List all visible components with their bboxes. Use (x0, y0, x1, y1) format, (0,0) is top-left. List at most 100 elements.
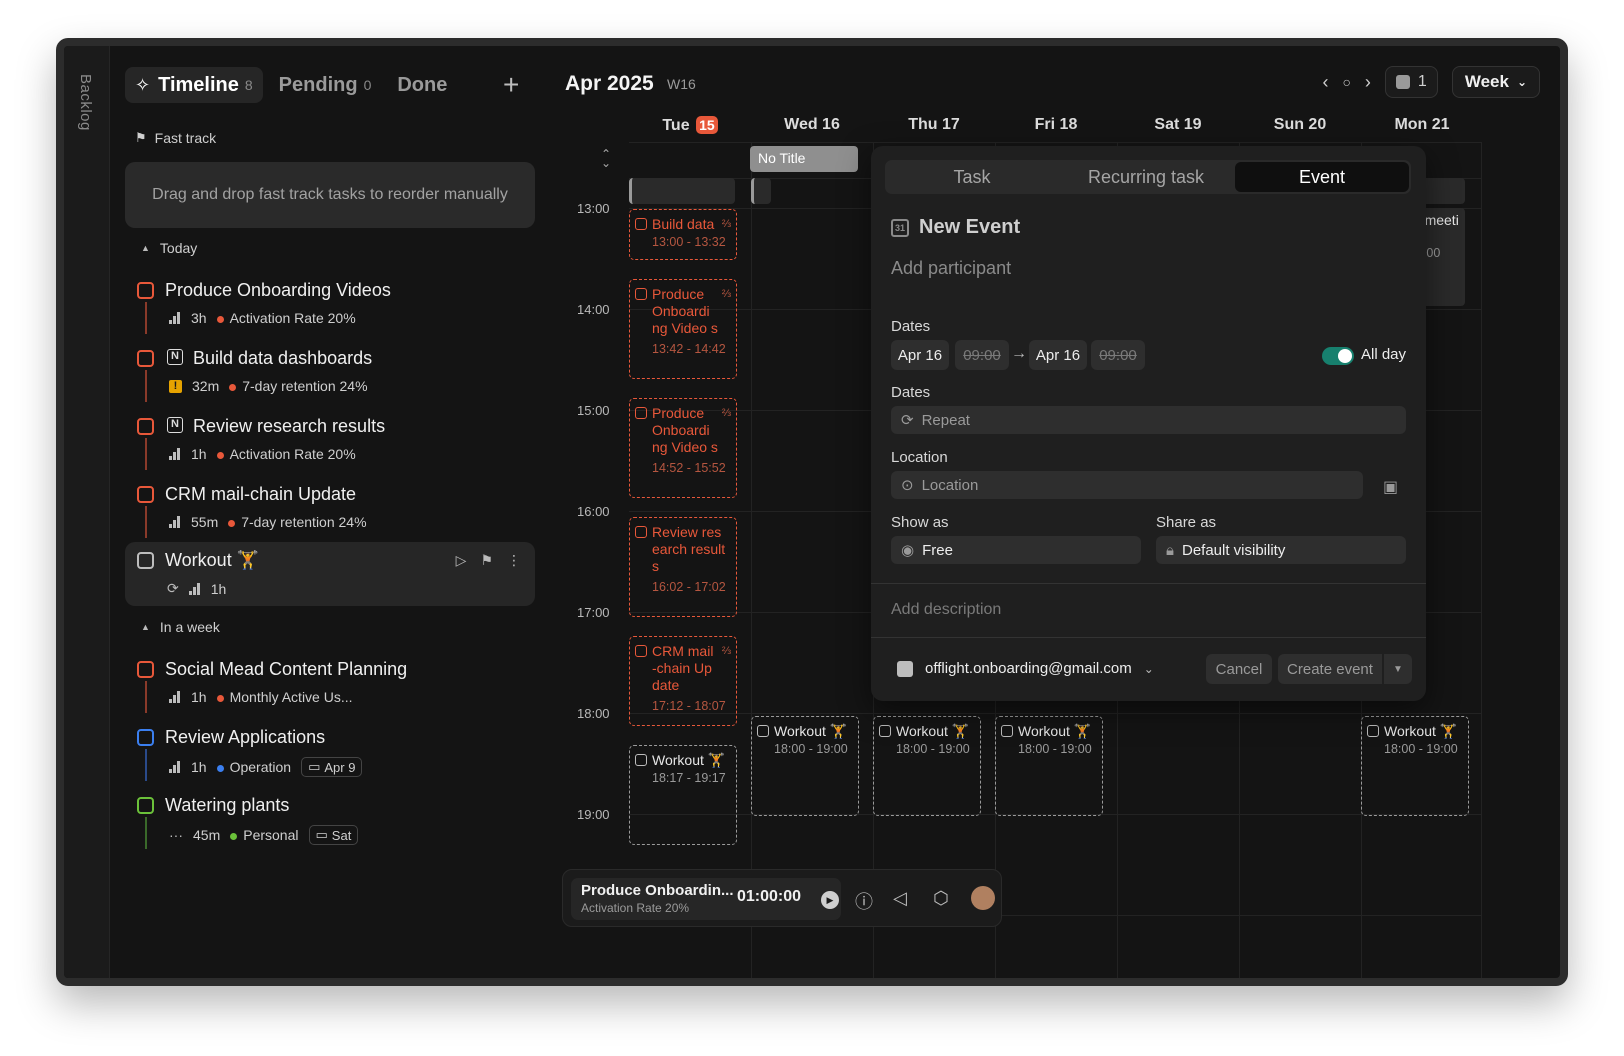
section-in-a-week[interactable]: ▲ In a week (141, 619, 220, 635)
start-date[interactable]: Apr 16 (891, 340, 949, 370)
account-selector[interactable]: offlight.onboarding@gmail.com ⌄ (897, 660, 1154, 677)
event-checkbox[interactable] (635, 754, 647, 766)
day-header-sat[interactable]: Sat 19 (1117, 116, 1239, 134)
tab-pending[interactable]: Pending 0 (269, 67, 382, 103)
event-checkbox[interactable] (1367, 725, 1379, 737)
event-checkbox[interactable] (879, 725, 891, 737)
task-goal-label: Personal (243, 827, 299, 843)
calendar-selector[interactable]: 1 (1384, 66, 1438, 98)
collapse-allday-icon[interactable]: ⌃ ⌄ (601, 148, 611, 169)
calendar-event-workout[interactable]: Workout 🏋 18:00 - 19:00 (751, 716, 859, 816)
start-time[interactable]: 09:00 (955, 340, 1009, 370)
calendar-event-workout[interactable]: Workout 🏋 18:00 - 19:00 (873, 716, 981, 816)
section-today[interactable]: ▲ Today (141, 240, 197, 256)
fast-track-add-icon[interactable]: ⚑ (480, 552, 493, 569)
event-checkbox[interactable] (635, 407, 647, 419)
task-item[interactable]: Social Mead Content Planning 1h Monthly … (125, 651, 535, 715)
view-selector[interactable]: Week ⌄ (1451, 66, 1540, 98)
task-checkbox[interactable] (137, 729, 154, 746)
time-label: 15:00 (577, 403, 610, 418)
task-checkbox[interactable] (137, 552, 154, 569)
create-event-button[interactable]: Create event (1278, 654, 1382, 684)
task-checkbox[interactable] (137, 350, 154, 367)
event-checkbox[interactable] (635, 645, 647, 657)
grid-line (751, 142, 752, 978)
due-date-badge[interactable]: ▭ Sat (308, 825, 359, 845)
priority-bars-icon (169, 312, 181, 324)
day-header-mon[interactable]: Mon 21 (1361, 116, 1483, 134)
event-checkbox[interactable] (757, 725, 769, 737)
task-meta: ⟳ 1h (167, 580, 226, 597)
description-input[interactable]: Add description (891, 601, 1001, 619)
calendar-event-workout[interactable]: Workout 🏋 18:17 - 19:17 (629, 745, 737, 845)
avatar[interactable] (971, 886, 995, 910)
location-input[interactable]: ⊙ Location (891, 471, 1363, 499)
fast-track-dropzone[interactable]: Drag and drop fast track tasks to reorde… (125, 162, 535, 228)
allday-slot[interactable] (629, 178, 735, 204)
participant-input[interactable]: Add participant (891, 258, 1011, 279)
chevron-left-icon[interactable]: ‹ (1322, 72, 1328, 93)
backlog-sidebar[interactable]: Backlog (64, 46, 110, 978)
task-item[interactable]: Produce Onboarding Videos 3h Activation … (125, 272, 535, 336)
add-task-button[interactable]: + (503, 71, 519, 99)
day-header-wed[interactable]: Wed 16 (751, 116, 873, 134)
show-as-select[interactable]: ◉ Free (891, 536, 1141, 564)
create-options-icon[interactable]: ▼ (1384, 654, 1412, 684)
tab-event[interactable]: Event (1235, 162, 1409, 192)
tab-task[interactable]: Task (885, 160, 1059, 194)
calendar-event-workout[interactable]: Workout 🏋 18:00 - 19:00 (995, 716, 1103, 816)
calendar-event[interactable]: ⅔ CRM mail -chain Up date 17:12 - 18:07 (629, 636, 737, 726)
task-checkbox[interactable] (137, 418, 154, 435)
video-call-icon[interactable]: ▣ (1383, 477, 1398, 497)
cancel-button[interactable]: Cancel (1206, 654, 1272, 684)
repeat-field[interactable]: ⟳ Repeat (891, 406, 1406, 434)
today-circle-icon[interactable]: ○ (1342, 74, 1350, 90)
calendar-color-icon (897, 660, 913, 677)
due-date-badge[interactable]: ▭ Apr 9 (301, 757, 363, 777)
tab-done[interactable]: Done (387, 67, 457, 103)
event-time: 18:00 - 19:00 (1384, 742, 1458, 756)
task-checkbox[interactable] (137, 797, 154, 814)
calendar-event[interactable]: Review res earch result s 16:02 - 17:02 (629, 517, 737, 617)
end-date[interactable]: Apr 16 (1029, 340, 1087, 370)
play-icon[interactable]: ▷ (456, 552, 467, 569)
new-event-placeholder[interactable]: No Title (750, 146, 858, 172)
fast-track-placeholder: Drag and drop fast track tasks to reorde… (152, 186, 508, 203)
day-header-thu[interactable]: Thu 17 (873, 116, 995, 134)
day-header-sun[interactable]: Sun 20 (1239, 116, 1361, 134)
day-header-fri[interactable]: Fri 18 (995, 116, 1117, 134)
task-checkbox[interactable] (137, 282, 154, 299)
end-time[interactable]: 09:00 (1091, 340, 1145, 370)
settings-icon[interactable]: ⬡ (933, 888, 949, 909)
task-item[interactable]: Workout 🏋 ⟳ 1h ▷ ⚑ ⋮ (125, 542, 535, 606)
calendar-event[interactable]: ⅔ Build data 13:00 - 13:32 (629, 209, 737, 260)
calendar-event[interactable]: ⅔ Produce Onboardi ng Video s 13:42 - 14:4… (629, 279, 737, 379)
task-item[interactable]: N Review research results 1h Activation … (125, 408, 535, 472)
day-header-tue[interactable]: Tue 15 (629, 116, 751, 135)
task-item[interactable]: CRM mail-chain Update 55m 7-day retentio… (125, 476, 535, 540)
current-task[interactable]: Produce Onboardin... Activation Rate 20%… (571, 878, 841, 920)
task-item[interactable]: Review Applications 1h Operation ▭ Apr 9 (125, 719, 535, 783)
event-checkbox[interactable] (1001, 725, 1013, 737)
share-as-select[interactable]: 🔒︎ Default visibility (1156, 536, 1406, 564)
task-item[interactable]: N Build data dashboards ! 32m 7-day rete… (125, 340, 535, 404)
calendar-event-workout[interactable]: Workout 🏋 18:00 - 19:00 (1361, 716, 1469, 816)
allday-slot[interactable] (751, 178, 771, 204)
event-checkbox[interactable] (635, 526, 647, 538)
calendar-event[interactable]: ⅔ Produce Onboardi ng Video s 14:52 - 15:5… (629, 398, 737, 498)
task-checkbox[interactable] (137, 661, 154, 678)
chevron-right-icon[interactable]: › (1365, 72, 1371, 93)
play-icon[interactable]: ▶ (821, 891, 839, 909)
event-title-input[interactable]: New Event (919, 216, 1020, 239)
megaphone-icon[interactable]: ◁ (893, 888, 907, 909)
task-checkbox[interactable] (137, 486, 154, 503)
tab-recurring-task[interactable]: Recurring task (1059, 160, 1233, 194)
task-item[interactable]: Watering plants ··· 45m Personal ▭ Sat (125, 787, 535, 851)
all-day-toggle[interactable] (1322, 347, 1354, 365)
more-icon[interactable]: ⋮ (507, 552, 521, 569)
tab-timeline[interactable]: ✧ Timeline 8 (125, 67, 263, 103)
event-checkbox[interactable] (635, 288, 647, 300)
help-icon[interactable]: ⓘ (855, 888, 873, 914)
task-goal-label: 7-day retention 24% (242, 378, 368, 394)
event-checkbox[interactable] (635, 218, 647, 230)
